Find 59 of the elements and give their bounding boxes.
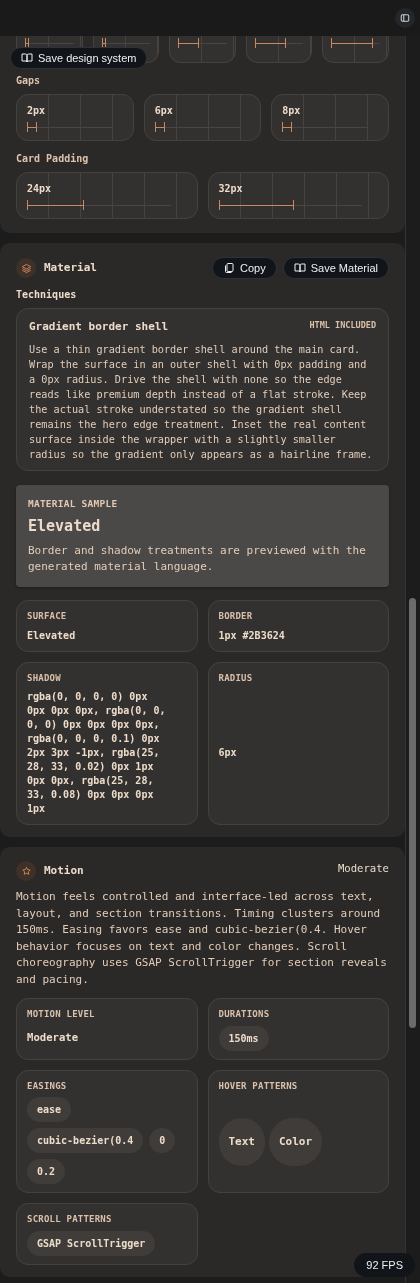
spacing-value: 32px [218,182,244,196]
section-title: Material [44,259,97,276]
field-label: SCROLL PATTERNS [27,1213,113,1227]
property-value: 6px [218,746,237,761]
fps-counter: 92 FPS [354,1252,415,1277]
section-title: Motion [44,863,84,879]
motion-level-text: Moderate [337,861,389,877]
copy-button[interactable]: Copy [212,257,277,279]
measure-bar [282,122,293,132]
value-chip: GSAP ScrollTrigger [27,1230,156,1256]
group-title: Gaps [16,74,42,88]
measure-bar [27,200,84,210]
copy-icon [223,262,236,274]
pattern-chip: Text [218,1117,265,1166]
book-icon [293,262,306,274]
measure-bar [331,38,374,48]
spacing-value: 2px [27,104,47,118]
panel-toggle-button[interactable] [395,8,415,28]
html-included-label: HTML INCLUDED [309,319,376,332]
book-icon [21,52,33,64]
property-value: 1px #2B3624 [218,628,286,643]
measure-bar [178,38,200,48]
value-chip: 0.2 [27,1159,66,1185]
subsection-title: Techniques [16,288,78,302]
spacing-value: 6px [154,104,174,118]
value-chip: ease [27,1097,72,1123]
motion-icon [16,861,36,882]
technique-description: Use a thin gradient border shell around the main card. Wrap the surface in an outer shell with 0px padding and a 0px radius. Drive the shell with none so the edge reads like premium depth instead of a flat stroke. Keep the actual stroke understated so the gradient shell remains the hero edge treatment. Inset the real content surface inside the wrapper with a slightly smaller radius so the gradient only appears as a hairline frame. [29,342,374,462]
group-title: Card Padding [16,152,90,166]
sample-description: Border and shadow treatments are previewed with the generated material language. [28,543,367,576]
save-design-system-button[interactable]: Save design system [10,47,148,69]
value-chip: 150ms [218,1025,269,1051]
sample-title: Elevated [28,515,102,537]
layers-icon [16,258,36,278]
scrollbar-thumb[interactable] [409,598,416,1028]
measure-bar [254,38,286,48]
field-label: HOVER PATTERNS [218,1079,299,1093]
field-label: DURATIONS [218,1008,271,1022]
motion-description: Motion feels controlled and interface-led across text, layout, and section transitions. Timing clusters around 150ms. Easing favors ease and cubic-bezier(0.4. Hover behavior focuses on text and color changes. Scroll choreography uses GSAP ScrollTrigger for section reveals and pacing. [16,889,388,988]
panel-icon [400,13,410,23]
field-label: BORDER [218,610,254,624]
sample-label: MATERIAL SAMPLE [28,496,119,511]
spacing-value: 24px [27,182,53,196]
measure-bar [154,122,165,132]
field-label: EASINGS [27,1079,68,1093]
field-label: SURFACE [27,610,68,624]
field-label: SHADOW [27,671,62,685]
value-chip: 0 [149,1128,176,1154]
save-button[interactable]: Save Material [282,257,389,279]
technique-title: Gradient border shell [29,319,169,335]
field-label: MOTION LEVEL [27,1008,96,1022]
spacing-value: 8px [282,104,302,118]
pattern-chip: Color [269,1117,323,1166]
measure-bar [27,122,37,132]
property-value: rgba(0, 0, 0, 0) 0px 0px 0px 0px, rgba(0, 0, 0, 0) 0px 0px 0px 0px, rgba(0, 0, 0, 0.1) 0px 2px 3px -1px, rgba(25, 28, 33, 0.02) 0px 1px 0px 0px, rgba(25, 28, 33, 0.08) 0px 0px 0px 1px [27,690,167,817]
value-chip: cubic-bezier(0.4 [27,1128,144,1154]
property-value: Moderate [27,1029,80,1045]
field-label: RADIUS [218,671,254,685]
property-value: Elevated [27,628,77,643]
